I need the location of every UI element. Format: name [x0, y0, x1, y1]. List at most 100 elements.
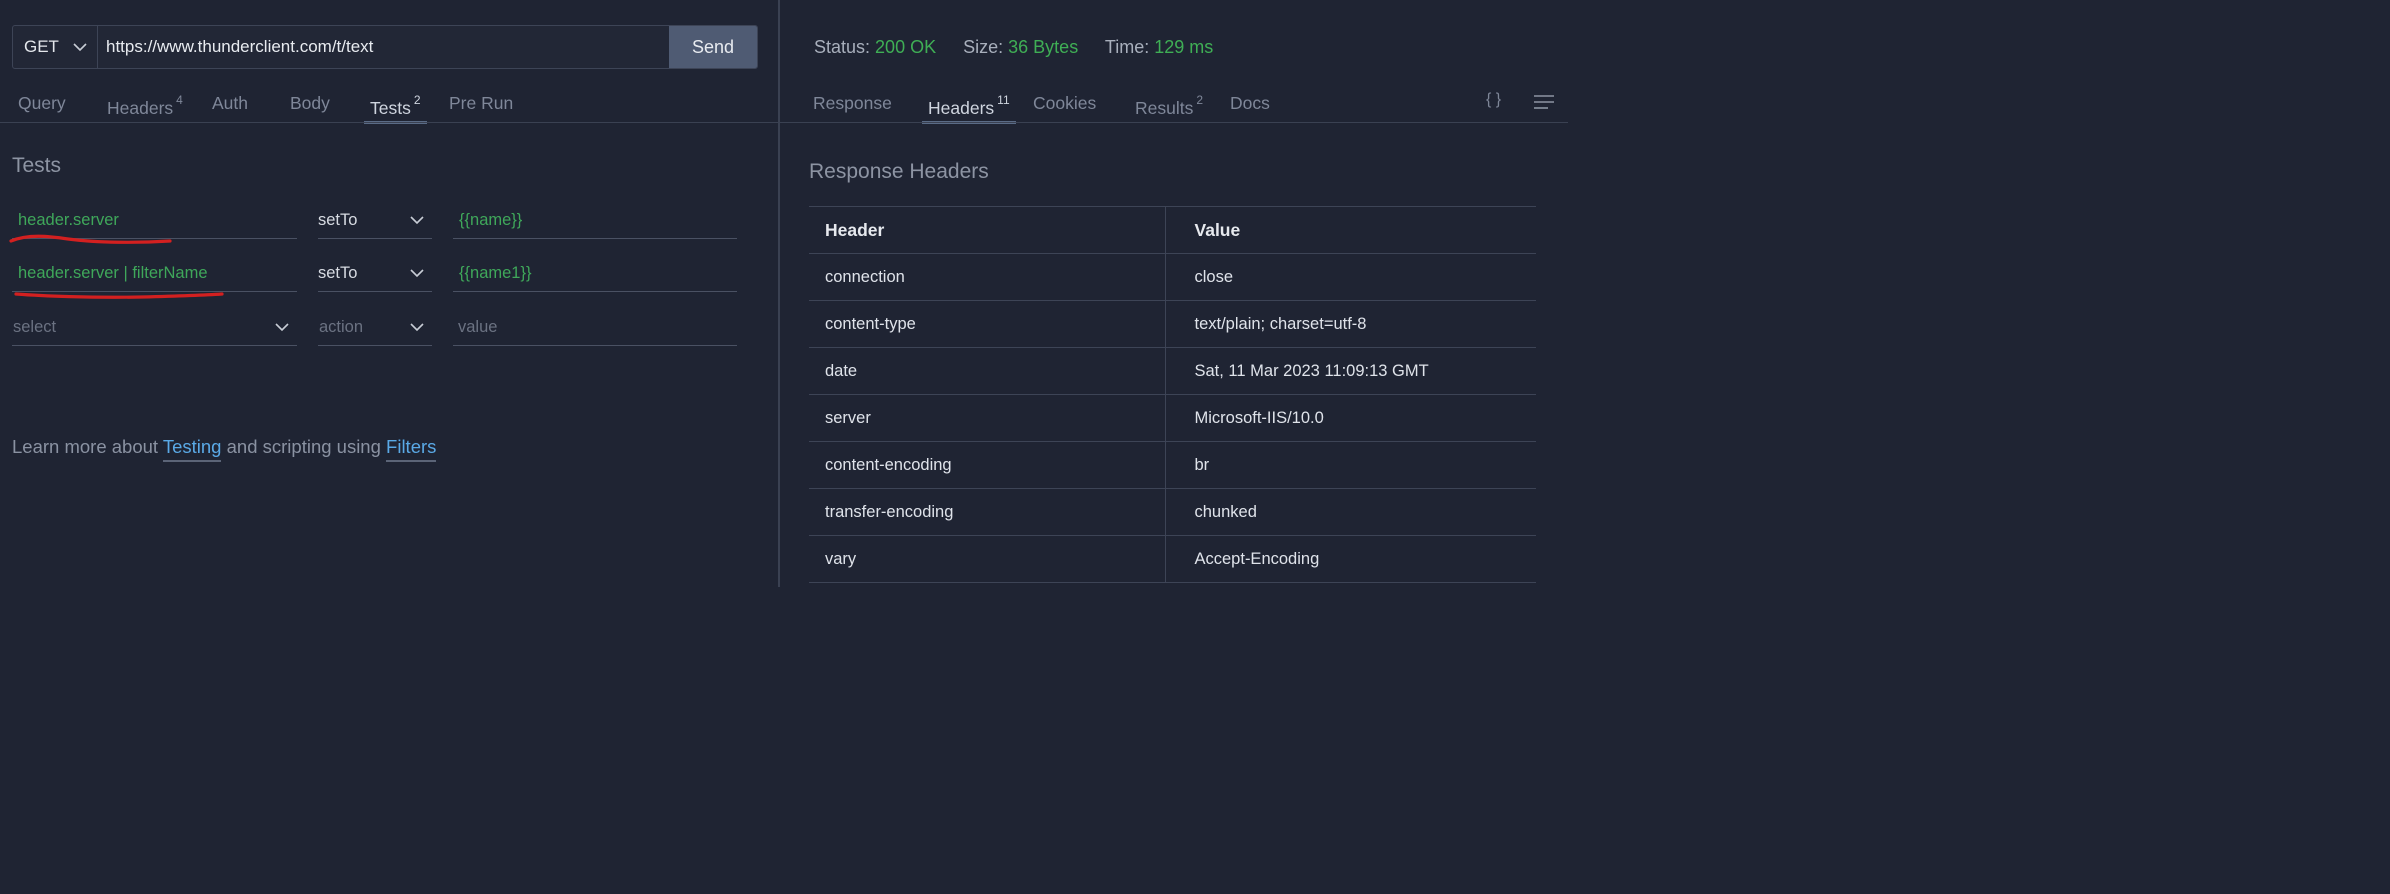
- url-input[interactable]: [98, 26, 669, 68]
- table-row: content-encoding br: [809, 441, 1536, 489]
- tab-response-headers[interactable]: Headers 11: [922, 90, 1016, 124]
- tab-divider: [780, 122, 1568, 123]
- test-action-value: setTo: [318, 264, 358, 282]
- tab-label: Response: [813, 93, 892, 113]
- header-name-cell: server: [809, 394, 1166, 442]
- test-action-select[interactable]: setTo: [318, 203, 432, 239]
- chevron-down-icon: [410, 216, 424, 225]
- size-label: Size:: [963, 37, 1004, 57]
- send-button[interactable]: Send: [669, 26, 757, 68]
- chevron-down-icon: [410, 269, 424, 278]
- table-row: transfer-encoding chunked: [809, 488, 1536, 536]
- tests-title: Tests: [12, 154, 62, 177]
- action-placeholder: action: [319, 318, 364, 336]
- red-underline-annotation: [9, 234, 172, 244]
- test-value-text: {{name}}: [459, 211, 523, 229]
- table-header-row: Header Value: [809, 206, 1536, 254]
- header-name-cell: content-encoding: [809, 441, 1166, 489]
- response-pane: Status: 200 OK Size: 36 Bytes Time: 129 …: [780, 0, 1568, 587]
- header-name-cell: connection: [809, 253, 1166, 301]
- testing-link[interactable]: Testing: [162, 436, 222, 462]
- column-header-value: Value: [1165, 206, 1536, 254]
- tab-label: Headers: [107, 97, 174, 118]
- filters-link[interactable]: Filters: [386, 436, 437, 462]
- value-placeholder: value: [458, 318, 498, 336]
- tab-label: Pre Run: [449, 93, 514, 113]
- table-row: content-type text/plain; charset=utf-8: [809, 300, 1536, 348]
- table-row: vary Accept-Encoding: [809, 535, 1536, 583]
- response-headers-table: Header Value connection close content-ty…: [809, 206, 1536, 583]
- method-select[interactable]: GET: [13, 26, 98, 68]
- source-placeholder: select: [13, 318, 57, 336]
- learn-more-prefix: Learn more about: [12, 436, 163, 457]
- test-action-value: setTo: [318, 211, 358, 229]
- learn-more-text: Learn more about Testing and scripting u…: [12, 436, 437, 462]
- method-label: GET: [24, 37, 59, 56]
- response-status-line: Status: 200 OK Size: 36 Bytes Time: 129 …: [814, 37, 1235, 58]
- tab-docs[interactable]: Docs: [1230, 90, 1270, 124]
- test-source-value: header.server | filterName: [18, 264, 208, 282]
- tab-label: Body: [290, 93, 330, 113]
- chevron-down-icon: [73, 42, 87, 52]
- status-value: 200 OK: [875, 37, 937, 57]
- test-value-text: {{name1}}: [459, 264, 532, 282]
- status-label: Status:: [814, 37, 871, 57]
- tab-body[interactable]: Body: [290, 90, 330, 124]
- table-row: connection close: [809, 253, 1536, 301]
- tab-results[interactable]: Results 2: [1135, 90, 1203, 124]
- thunder-client-app: GET Send Query Headers4 Auth Body Tests2…: [0, 0, 1568, 587]
- menu-icon[interactable]: [1534, 95, 1554, 114]
- header-name-cell: date: [809, 347, 1166, 395]
- tab-pre-run[interactable]: Pre Run: [449, 90, 513, 124]
- header-name-cell: transfer-encoding: [809, 488, 1166, 536]
- tab-cookies[interactable]: Cookies: [1033, 90, 1096, 124]
- header-value-cell: Microsoft-IIS/10.0: [1165, 394, 1536, 442]
- request-pane: GET Send Query Headers4 Auth Body Tests2…: [0, 0, 778, 587]
- tab-response[interactable]: Response: [813, 90, 892, 124]
- tab-label: Tests: [370, 97, 411, 118]
- tab-label: Results: [1135, 97, 1194, 118]
- tab-query[interactable]: Query: [18, 90, 66, 124]
- new-test-action-select[interactable]: action: [318, 310, 432, 346]
- tab-label: Query: [18, 93, 66, 113]
- tab-count-badge: 4: [176, 93, 183, 107]
- tab-tests[interactable]: Tests 2: [364, 90, 427, 124]
- response-headers-title: Response Headers: [809, 160, 989, 183]
- header-value-cell: Accept-Encoding: [1165, 535, 1536, 583]
- table-row: server Microsoft-IIS/10.0: [809, 394, 1536, 442]
- red-underline-annotation: [14, 292, 224, 299]
- braces-icon[interactable]: { }: [1486, 91, 1501, 109]
- chevron-down-icon: [410, 323, 424, 332]
- test-action-select[interactable]: setTo: [318, 256, 432, 292]
- test-value-field[interactable]: {{name1}}: [453, 256, 737, 292]
- learn-more-middle: and scripting using: [221, 436, 387, 457]
- header-value-cell: Sat, 11 Mar 2023 11:09:13 GMT: [1165, 347, 1536, 395]
- new-test-value-field[interactable]: value: [453, 310, 737, 346]
- test-source-field[interactable]: header.server | filterName: [12, 256, 297, 292]
- header-value-cell: text/plain; charset=utf-8: [1165, 300, 1536, 348]
- column-header-header: Header: [809, 206, 1166, 254]
- tab-auth[interactable]: Auth: [212, 90, 248, 124]
- tab-count-badge: 2: [1196, 93, 1204, 107]
- size-value: 36 Bytes: [1008, 37, 1079, 57]
- chevron-down-icon: [275, 323, 289, 332]
- header-name-cell: vary: [809, 535, 1166, 583]
- test-source-value: header.server: [18, 211, 119, 229]
- tab-label: Auth: [212, 93, 248, 113]
- tab-label: Docs: [1230, 93, 1270, 113]
- test-value-field[interactable]: {{name}}: [453, 203, 737, 239]
- header-value-cell: chunked: [1165, 488, 1536, 536]
- url-bar: GET Send: [12, 25, 758, 69]
- time-value: 129 ms: [1154, 37, 1214, 57]
- header-value-cell: close: [1165, 253, 1536, 301]
- header-name-cell: content-type: [809, 300, 1166, 348]
- tab-headers[interactable]: Headers 4: [107, 90, 183, 124]
- time-label: Time:: [1104, 37, 1150, 57]
- header-value-cell: br: [1165, 441, 1536, 489]
- tab-label: Cookies: [1033, 93, 1097, 113]
- table-row: date Sat, 11 Mar 2023 11:09:13 GMT: [809, 347, 1536, 395]
- tab-count-badge: 11: [997, 93, 1010, 107]
- tab-label: Headers: [928, 97, 995, 118]
- new-test-source-select[interactable]: select: [12, 310, 297, 346]
- tab-divider: [0, 122, 778, 123]
